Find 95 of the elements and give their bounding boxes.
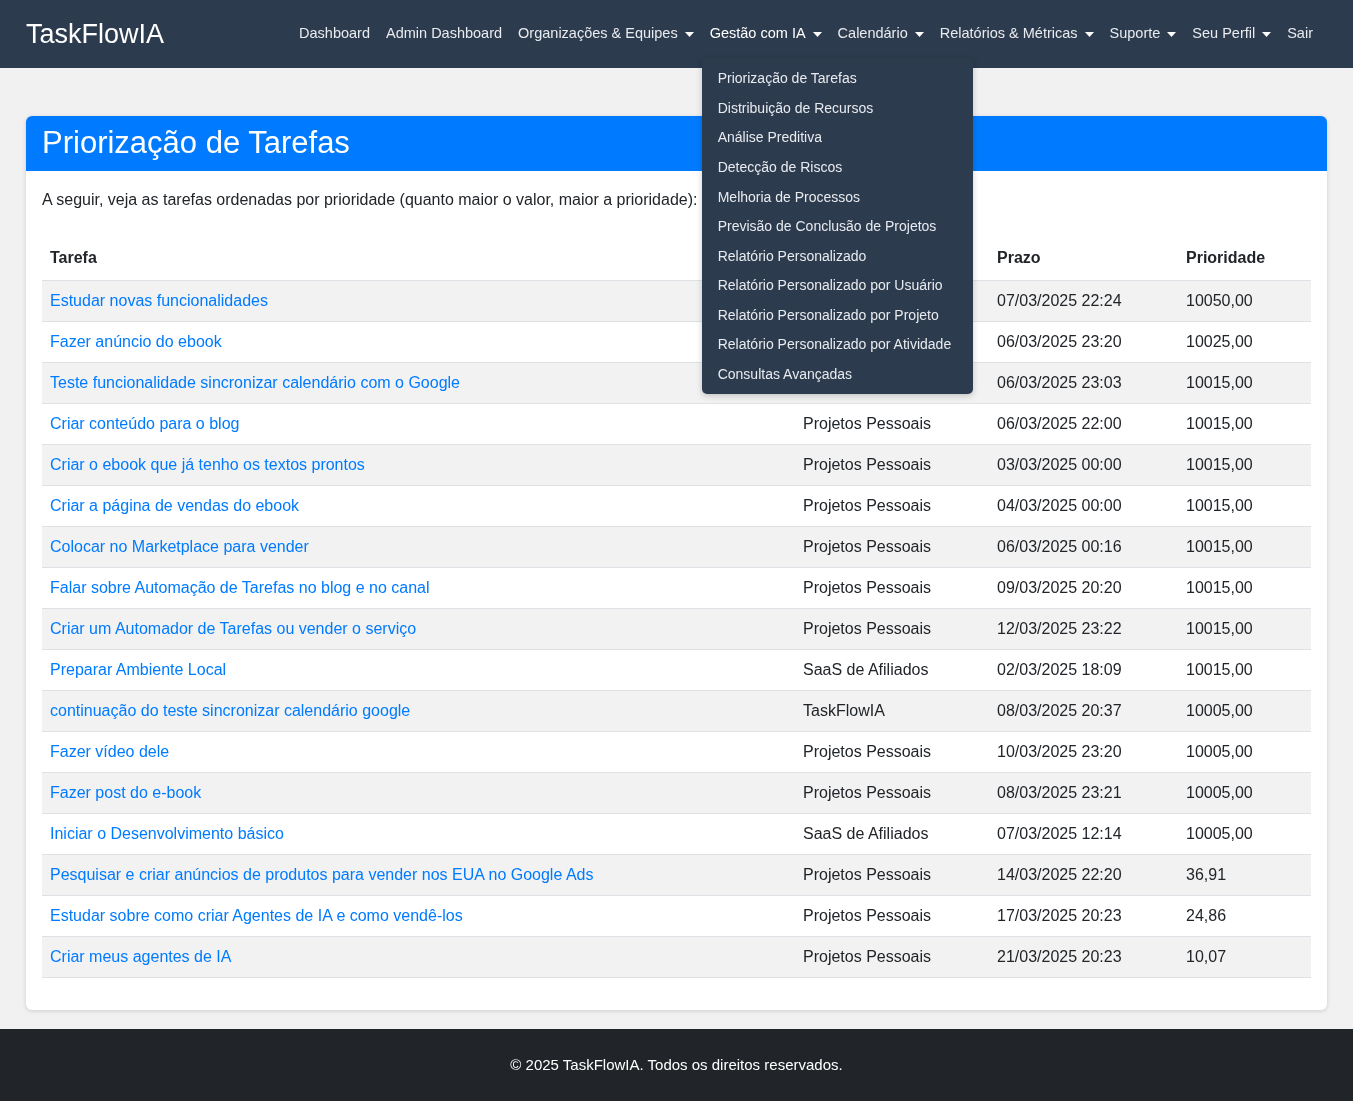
dropdown-item[interactable]: Priorização de Tarefas	[701, 64, 973, 94]
nav-link[interactable]: Admin Dashboard	[386, 23, 503, 45]
nav-link[interactable]: Relatórios & Métricas	[939, 23, 1094, 45]
table-cell: 10015,00	[1186, 578, 1253, 596]
table-cell: Projetos Pessoais	[803, 865, 932, 883]
table-cell: 10,07	[1186, 947, 1227, 965]
dropdown-item[interactable]: Relatório Personalizado por Atividade	[701, 330, 973, 361]
table-cell: 06/03/2025 23:03	[997, 373, 1122, 391]
task-link[interactable]: Iniciar o Desenvolvimento básico	[50, 824, 284, 842]
table-cell: 10/03/2025 23:20	[997, 742, 1122, 760]
table-cell: 06/03/2025 00:16	[997, 537, 1122, 555]
table-cell: 04/03/2025 00:00	[997, 496, 1122, 514]
table-cell: 07/03/2025 22:24	[997, 291, 1122, 309]
task-link[interactable]: Estudar novas funcionalidades	[50, 291, 268, 309]
dropdown-item[interactable]: Relatório Personalizado por Usuário	[701, 271, 973, 301]
table-cell: Projetos Pessoais	[803, 537, 932, 555]
table-cell: SaaS de Afiliados	[803, 824, 929, 842]
brand-link[interactable]: TaskFlowIA	[26, 13, 165, 55]
task-link[interactable]: Fazer anúncio do ebook	[50, 332, 222, 350]
nav-link[interactable]: Calendário	[837, 23, 924, 45]
dropdown-item[interactable]: Melhoria de Processos	[701, 182, 973, 213]
caret-icon	[812, 31, 822, 37]
caret-icon	[1084, 31, 1094, 37]
table-cell: 08/03/2025 20:37	[997, 701, 1122, 719]
task-link[interactable]: Colocar no Marketplace para vender	[50, 537, 309, 555]
column-header: Prioridade	[1186, 248, 1266, 266]
table-cell: 02/03/2025 18:09	[997, 660, 1122, 678]
table-cell: 17/03/2025 20:23	[997, 906, 1122, 924]
table-cell: 08/03/2025 23:21	[997, 783, 1122, 801]
task-link[interactable]: Preparar Ambiente Local	[50, 660, 227, 678]
nav-link[interactable]: Sair	[1287, 23, 1313, 45]
description-text: A seguir, veja as tarefas ordenadas por prioridade (quanto maior o valor, maior a prioridade):	[42, 190, 698, 210]
table-cell: 24,86	[1186, 906, 1227, 924]
task-link[interactable]: Pesquisar e criar anúncios de produtos para vender nos EUA no Google Ads	[50, 865, 594, 883]
table-cell: 21/03/2025 20:23	[997, 947, 1122, 965]
table-cell: 36,91	[1186, 865, 1227, 883]
caret-icon	[1262, 31, 1272, 37]
task-link[interactable]: Teste funcionalidade sincronizar calendário com o Google	[50, 373, 460, 391]
caret-icon	[914, 31, 924, 37]
nav-link[interactable]: Suporte	[1109, 23, 1177, 45]
table-cell: 12/03/2025 23:22	[997, 619, 1122, 637]
dropdown-item[interactable]: Relatório Personalizado	[701, 241, 973, 272]
dropdown-item[interactable]: Análise Preditiva	[701, 123, 973, 153]
nav-link[interactable]: Dashboard	[299, 23, 370, 45]
dropdown-item[interactable]: Consultas Avançadas	[701, 360, 973, 390]
table-cell: 10005,00	[1186, 824, 1253, 842]
task-link[interactable]: Criar a página de vendas do ebook	[50, 496, 300, 514]
table-cell: 10015,00	[1186, 496, 1253, 514]
task-link[interactable]: Criar um Automador de Tarefas ou vender o serviço	[50, 619, 417, 637]
task-link[interactable]: Falar sobre Automação de Tarefas no blog e no canal	[50, 578, 430, 596]
task-link[interactable]: Criar meus agentes de IA	[50, 947, 232, 965]
table-cell: Projetos Pessoais	[803, 496, 932, 514]
caret-icon	[1167, 31, 1177, 37]
task-link[interactable]: continuação do teste sincronizar calendário google	[50, 701, 411, 719]
table-cell: 10005,00	[1186, 701, 1253, 719]
task-link[interactable]: Fazer post do e-book	[50, 783, 202, 801]
dropdown-item[interactable]: Relatório Personalizado por Projeto	[701, 300, 973, 331]
table-cell: 06/03/2025 22:00	[997, 414, 1122, 432]
table-cell: 07/03/2025 12:14	[997, 824, 1122, 842]
column-header: Prazo	[997, 248, 1041, 266]
table-cell: Projetos Pessoais	[803, 947, 932, 965]
table-cell: 10015,00	[1186, 414, 1253, 432]
nav-link[interactable]: Gestão com IA	[709, 23, 822, 45]
table-cell: Projetos Pessoais	[803, 578, 932, 596]
table-cell: Projetos Pessoais	[803, 455, 932, 473]
table-cell: Projetos Pessoais	[803, 414, 932, 432]
table-cell: TaskFlowIA	[803, 701, 885, 719]
table-cell: 09/03/2025 20:20	[997, 578, 1122, 596]
table-cell: 03/03/2025 00:00	[997, 455, 1122, 473]
table-cell: 10015,00	[1186, 619, 1253, 637]
table-cell: SaaS de Afiliados	[803, 660, 929, 678]
table-cell: 10015,00	[1186, 373, 1253, 391]
nav-link[interactable]: Organizações & Equipes	[518, 23, 694, 45]
table-cell: Projetos Pessoais	[803, 783, 932, 801]
task-link[interactable]: Estudar sobre como criar Agentes de IA e como vendê-los	[50, 906, 463, 924]
table-cell: 10050,00	[1186, 291, 1253, 309]
column-header: Tarefa	[50, 248, 97, 266]
nav-link[interactable]: Seu Perfil	[1192, 23, 1272, 45]
table-cell: 10005,00	[1186, 742, 1253, 760]
task-link[interactable]: Criar conteúdo para o blog	[50, 414, 240, 432]
task-link[interactable]: Criar o ebook que já tenho os textos prontos	[50, 455, 365, 473]
caret-icon	[684, 31, 694, 37]
table-cell: 10015,00	[1186, 660, 1253, 678]
table-cell: 10025,00	[1186, 332, 1253, 350]
dropdown-item[interactable]: Previsão de Conclusão de Projetos	[701, 212, 973, 242]
table-cell: Projetos Pessoais	[803, 906, 932, 924]
table-cell: 10015,00	[1186, 537, 1253, 555]
footer-text: © 2025 TaskFlowIA. Todos os direitos reservados.	[510, 1054, 843, 1075]
table-cell: 06/03/2025 23:20	[997, 332, 1122, 350]
table-cell: Projetos Pessoais	[803, 619, 932, 637]
table-cell: 14/03/2025 22:20	[997, 865, 1122, 883]
task-link[interactable]: Fazer vídeo dele	[50, 742, 170, 760]
table-cell: Projetos Pessoais	[803, 742, 932, 760]
table-cell: 10005,00	[1186, 783, 1253, 801]
table-cell: 10015,00	[1186, 455, 1253, 473]
